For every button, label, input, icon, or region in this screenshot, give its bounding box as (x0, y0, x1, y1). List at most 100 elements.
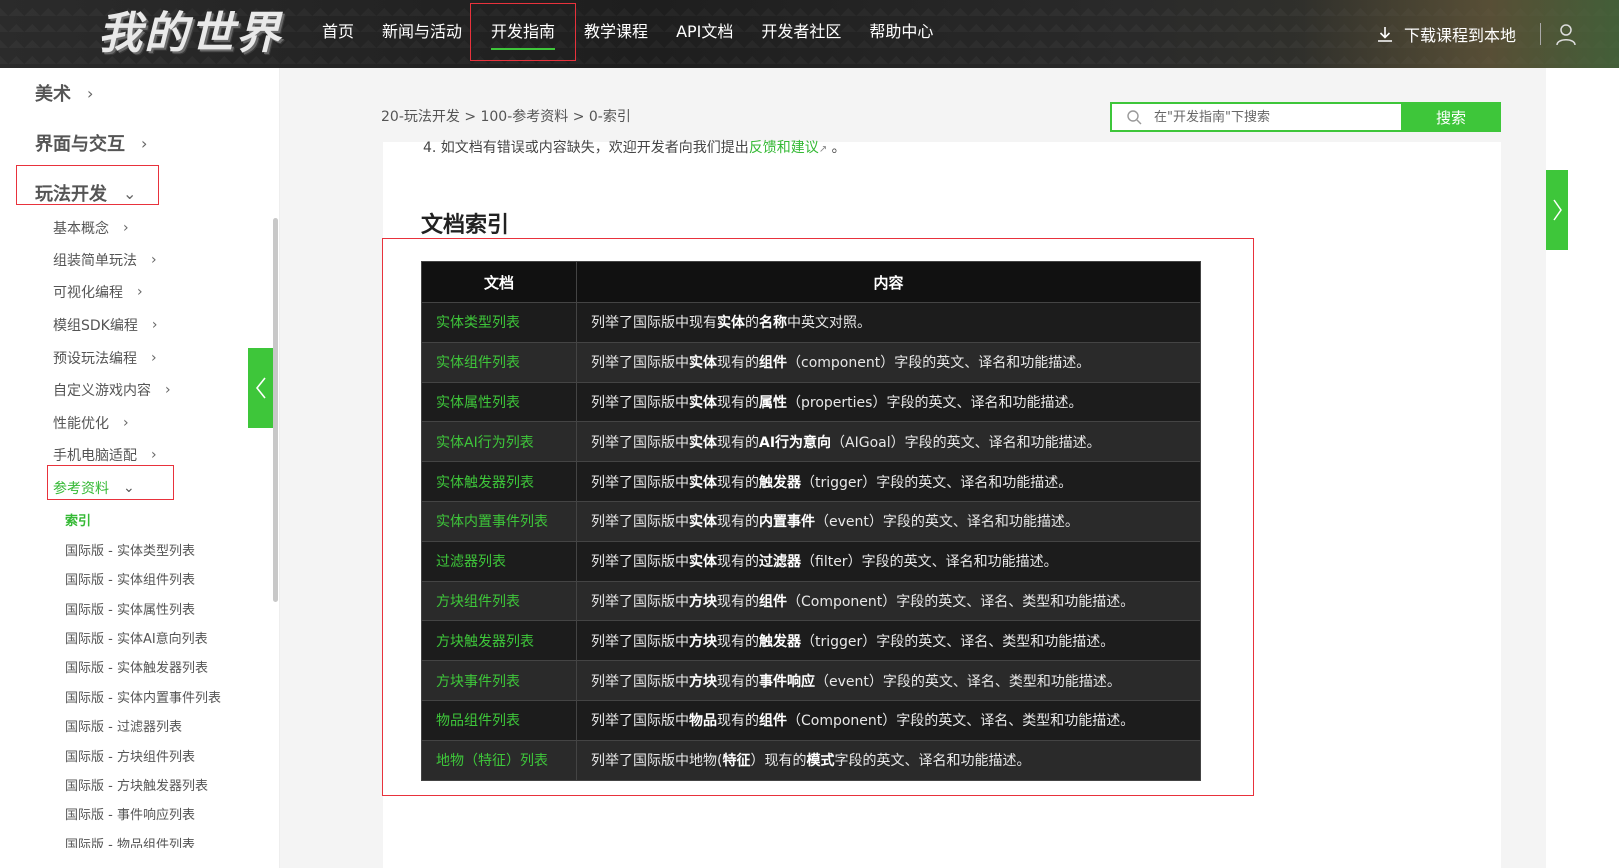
nav-dev-guide[interactable]: 开发指南 (470, 3, 577, 61)
search-button[interactable]: 搜索 (1401, 102, 1501, 132)
nav-courses[interactable]: 教学课程 (570, 0, 662, 68)
doc-description: 列举了国际版中实体现有的内置事件（event）字段的英文、译名和功能描述。 (576, 500, 1201, 542)
sidebar-item-label: 基本概念 (53, 221, 109, 237)
feedback-link[interactable]: 反馈和建议 (749, 140, 819, 155)
sidebar-item-label: 组装简单玩法 (53, 253, 137, 269)
table-row: 物品组件列表 列举了国际版中物品现有的组件（Component）字段的英文、译名、… (421, 699, 1201, 741)
sidebar-leaf[interactable]: 国际版 - 实体触发器列表 (65, 657, 208, 676)
chevron-right-icon: › (151, 350, 157, 366)
site-logo[interactable]: 我的世界 (98, 6, 282, 62)
sidebar-item-label: 手机电脑适配 (53, 448, 137, 464)
table-row: 实体内置事件列表 列举了国际版中实体现有的内置事件（event）字段的英文、译名和… (421, 500, 1201, 542)
sidebar-scrollbar[interactable] (273, 218, 278, 602)
nav-home[interactable]: 首页 (322, 0, 368, 68)
search-field[interactable] (1110, 102, 1401, 132)
header-divider (1540, 23, 1542, 45)
sidebar-leaf[interactable]: 国际版 - 事件响应列表 (65, 804, 195, 823)
chevron-left-icon (255, 377, 266, 399)
sidebar-item-art[interactable]: 美术 › (35, 80, 93, 106)
notice-text: 4. 如文档有错误或内容缺失，欢迎开发者向我们提出 (423, 140, 749, 155)
main-nav: 首页 新闻与活动 开发指南 教学课程 API文档 开发者社区 帮助中心 (322, 0, 947, 68)
notice-suffix: 。 (827, 140, 846, 155)
chevron-right-icon: › (151, 317, 158, 333)
table-row: 实体AI行为列表 列举了国际版中实体现有的AI行为意向（AIGoal）字段的英文、… (421, 421, 1201, 463)
table-row: 过滤器列表 列举了国际版中实体现有的过滤器（filter）字段的英文、译名和功能描… (421, 540, 1201, 582)
sidebar-sub-simple-gameplay[interactable]: 组装简单玩法 › (53, 250, 157, 270)
doc-link[interactable]: 方块事件列表 (421, 660, 577, 701)
chevron-right-icon: › (151, 447, 157, 463)
sidebar-leaf-index[interactable]: 索引 (65, 510, 91, 529)
doc-index-table: 文档 内容 实体类型列表 列举了国际版中现有实体的名称中英文对照。 实体组件列表 列举… (421, 261, 1201, 781)
highlight-reference (47, 465, 174, 500)
doc-link[interactable]: 实体触发器列表 (421, 461, 577, 502)
nav-api-docs[interactable]: API文档 (662, 0, 747, 68)
highlight-gameplay (16, 165, 159, 205)
nav-help[interactable]: 帮助中心 (855, 0, 947, 68)
breadcrumb[interactable]: 20-玩法开发 > 100-参考资料 > 0-索引 (381, 106, 631, 126)
doc-link[interactable]: 实体AI行为列表 (421, 421, 577, 463)
chevron-right-icon: › (151, 252, 157, 268)
sidebar-leaf[interactable]: 国际版 - 过滤器列表 (65, 716, 182, 735)
table-body: 实体类型列表 列举了国际版中现有实体的名称中英文对照。 实体组件列表 列举了国际版中实… (421, 302, 1201, 781)
sidebar-item-label: 预设玩法编程 (53, 351, 137, 367)
doc-link[interactable]: 实体类型列表 (421, 302, 577, 343)
sidebar: 美术 › 界面与交互 › 玩法开发 ⌄ 基本概念 › 组装简单玩法 › 可视化编… (0, 68, 280, 868)
table-row: 方块事件列表 列举了国际版中方块现有的事件响应（event）字段的英文、译名、类型… (421, 660, 1201, 701)
sidebar-leaf[interactable]: 国际版 - 方块组件列表 (65, 746, 195, 765)
sidebar-leaf[interactable]: 国际版 - 物品组件列表 (65, 834, 195, 848)
sidebar-leaf[interactable]: 国际版 - 实体内置事件列表 (65, 687, 221, 706)
table-row: 方块触发器列表 列举了国际版中方块现有的触发器（trigger）字段的英文、译名、… (421, 620, 1201, 662)
doc-description: 列举了国际版中方块现有的组件（Component）字段的英文、译名、类型和功能描… (576, 580, 1201, 622)
sidebar-sub-performance[interactable]: 性能优化 › (53, 413, 129, 433)
sidebar-collapse-button[interactable] (248, 348, 273, 428)
nav-news[interactable]: 新闻与活动 (368, 0, 476, 68)
search-input[interactable] (1154, 104, 1401, 130)
table-row: 实体组件列表 列举了国际版中实体现有的组件（component）字段的英文、译名和… (421, 341, 1201, 383)
right-panel-toggle[interactable] (1546, 170, 1568, 250)
sidebar-item-label: 可视化编程 (53, 285, 123, 301)
chevron-right-icon: › (87, 83, 94, 103)
chevron-right-icon: › (123, 220, 129, 236)
doc-link[interactable]: 实体组件列表 (421, 341, 577, 383)
sidebar-item-ui[interactable]: 界面与交互 › (35, 130, 147, 156)
download-label: 下载课程到本地 (1404, 26, 1517, 45)
sidebar-sub-visual-programming[interactable]: 可视化编程 › (53, 282, 143, 302)
doc-description: 列举了国际版中实体现有的属性（properties）字段的英文、译名和功能描述。 (576, 381, 1201, 423)
chevron-right-icon (1553, 199, 1562, 221)
nav-community[interactable]: 开发者社区 (747, 0, 855, 68)
top-header: 我的世界 首页 新闻与活动 开发指南 教学课程 API文档 开发者社区 帮助中心… (0, 0, 1619, 68)
sidebar-leaf[interactable]: 国际版 - 实体属性列表 (65, 599, 195, 618)
sidebar-item-label: 界面与交互 (35, 134, 125, 155)
sidebar-leaf[interactable]: 国际版 - 实体AI意向列表 (65, 628, 208, 647)
sidebar-leaf[interactable]: 国际版 - 实体组件列表 (65, 569, 195, 588)
doc-link[interactable]: 物品组件列表 (421, 699, 577, 741)
doc-description: 列举了国际版中实体现有的AI行为意向（AIGoal）字段的英文、译名和功能描述。 (576, 421, 1201, 463)
doc-link[interactable]: 实体内置事件列表 (421, 500, 577, 542)
doc-link[interactable]: 地物（特征）列表 (421, 739, 577, 781)
sidebar-sub-mod-sdk[interactable]: 模组SDK编程 › (53, 315, 157, 335)
sidebar-leaf[interactable]: 国际版 - 实体类型列表 (65, 540, 195, 559)
sidebar-item-label: 美术 (35, 84, 71, 105)
user-icon[interactable] (1556, 22, 1576, 46)
column-header-content: 内容 (576, 261, 1201, 303)
sidebar-sub-custom-content[interactable]: 自定义游戏内容 › (53, 380, 171, 400)
doc-description: 列举了国际版中现有实体的名称中英文对照。 (576, 302, 1201, 343)
chevron-right-icon: › (123, 415, 129, 431)
doc-link[interactable]: 实体属性列表 (421, 381, 577, 423)
doc-link[interactable]: 过滤器列表 (421, 540, 577, 582)
doc-link[interactable]: 方块触发器列表 (421, 620, 577, 662)
sidebar-sub-device-adapt[interactable]: 手机电脑适配 › (53, 445, 157, 465)
table-row: 地物（特征）列表 列举了国际版中地物(特征）现有的模式字段的英文、译名和功能描述。 (421, 739, 1201, 781)
search-bar: 搜索 (1110, 102, 1501, 132)
sidebar-leaf[interactable]: 国际版 - 方块触发器列表 (65, 775, 208, 794)
search-icon (1127, 110, 1142, 125)
download-icon (1378, 27, 1392, 42)
sidebar-item-label: 自定义游戏内容 (53, 383, 151, 399)
sidebar-sub-preset[interactable]: 预设玩法编程 › (53, 348, 157, 368)
doc-description: 列举了国际版中实体现有的组件（component）字段的英文、译名和功能描述。 (576, 341, 1201, 383)
doc-description: 列举了国际版中方块现有的事件响应（event）字段的英文、译名、类型和功能描述。 (576, 660, 1201, 701)
sidebar-sub-basics[interactable]: 基本概念 › (53, 218, 129, 238)
download-course-button[interactable]: 下载课程到本地 (1376, 0, 1542, 68)
doc-link[interactable]: 方块组件列表 (421, 580, 577, 622)
table-row: 实体属性列表 列举了国际版中实体现有的属性（properties）字段的英文、译名… (421, 381, 1201, 423)
